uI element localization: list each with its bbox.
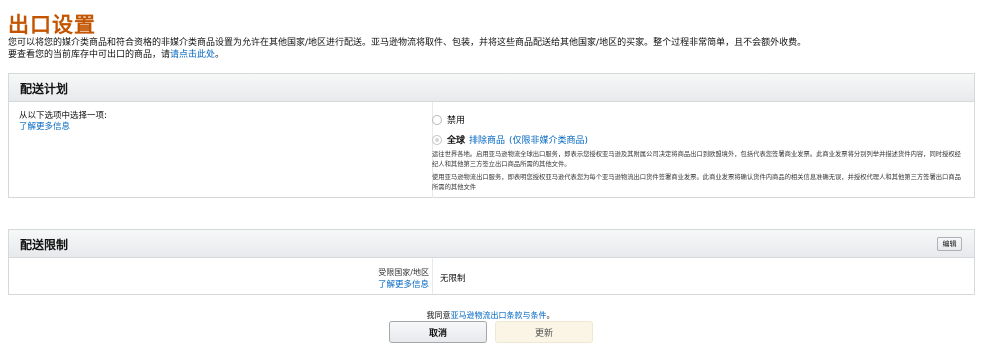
intro-line-2-prefix: 要查看您的当前库存中可出口的商品，请: [8, 50, 171, 60]
agreement-suffix: 。: [546, 311, 555, 320]
shipping-plan-left: 从以下选项中选择一项: 了解更多信息: [19, 111, 107, 133]
option-disabled[interactable]: 禁用: [432, 113, 465, 126]
terms-link[interactable]: 亚马逊物流出口条款与条件: [451, 311, 547, 320]
page-title: 出口设置: [8, 13, 96, 37]
click-here-link[interactable]: 请点击此处: [170, 50, 215, 60]
agreement-prefix: 我同意: [426, 311, 451, 320]
intro-line-2-suffix: 。: [215, 50, 225, 60]
agreement-text: 我同意亚马逊物流出口条款与条件。: [0, 310, 981, 321]
restricted-countries-label-group: 受限国家/地区 了解更多信息: [378, 267, 429, 291]
global-description-1: 运往世界各地。启用亚马逊物流全球出口服务，即表示您授权亚马逊及其附属公司决定将商…: [432, 151, 961, 168]
restriction-divider: [432, 258, 433, 294]
non-media-only-link[interactable]: (仅限非媒介类商品): [509, 133, 588, 146]
option-disabled-label: 禁用: [447, 116, 466, 126]
global-radio[interactable]: [432, 134, 442, 145]
restricted-countries-value: 无限制: [440, 274, 466, 284]
shipping-plan-header: 配送计划: [9, 74, 974, 102]
intro-text: 您可以将您的媒介类商品和符合资格的非媒介类商品设置为允许在其他国家/地区进行配送…: [8, 37, 806, 61]
update-button[interactable]: 更新: [495, 321, 593, 343]
restricted-countries-label: 受限国家/地区: [378, 268, 429, 277]
choose-option-text: 从以下选项中选择一项:: [19, 111, 107, 121]
learn-more-link[interactable]: 了解更多信息: [19, 122, 70, 132]
shipping-restriction-title: 配送限制: [20, 238, 69, 252]
shipping-restriction-section: 配送限制 编辑 受限国家/地区 了解更多信息 无限制: [8, 229, 975, 295]
restriction-learn-more-link[interactable]: 了解更多信息: [378, 280, 429, 290]
cancel-button[interactable]: 取消: [389, 321, 487, 343]
global-description-2: 使用亚马逊物流出口服务，即表明您授权亚马逊代表您为每个亚马逊物流出口货件签署商业…: [432, 174, 961, 191]
option-global-label: 全球: [447, 136, 466, 146]
exclude-products-link[interactable]: 排除商品: [469, 133, 505, 146]
shipping-restriction-header: 配送限制 编辑: [9, 230, 974, 258]
edit-button[interactable]: 编辑: [937, 237, 962, 251]
intro-line-1: 您可以将您的媒介类商品和符合资格的非媒介类商品设置为允许在其他国家/地区进行配送…: [8, 38, 807, 48]
intro-line-2: 要查看您的当前库存中可出口的商品，请请点击此处。: [8, 49, 806, 61]
restricted-countries-row: 受限国家/地区 了解更多信息 无限制: [9, 258, 974, 294]
shipping-plan-title: 配送计划: [20, 82, 69, 96]
disabled-radio[interactable]: [432, 114, 442, 125]
option-global[interactable]: 全球 排除商品 (仅限非媒介类商品): [432, 133, 588, 146]
